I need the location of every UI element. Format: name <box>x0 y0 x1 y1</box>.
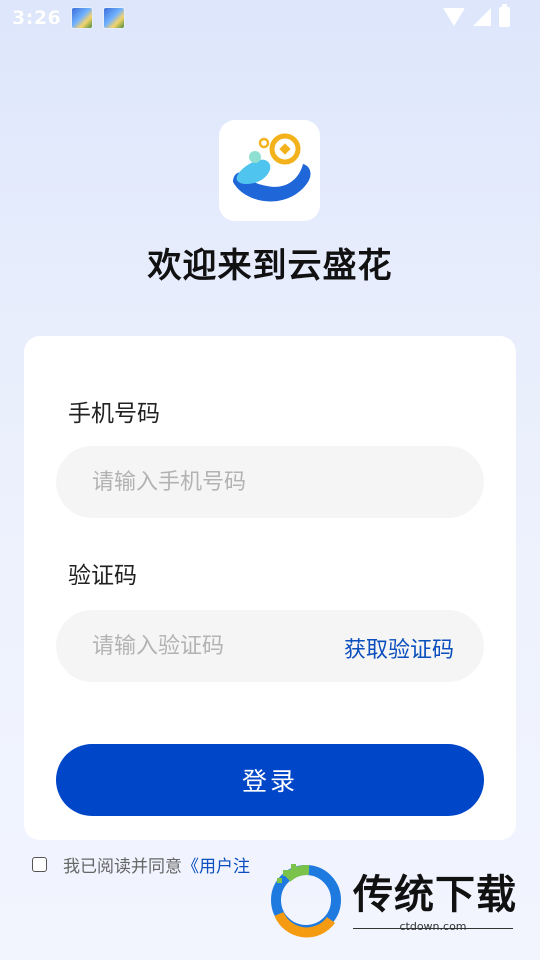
agreement-row: 我已阅读并同意 《用户注 <box>32 852 250 877</box>
watermark-title: 传统下载 <box>353 872 517 918</box>
watermark-logo-icon <box>271 864 341 938</box>
phone-input[interactable] <box>56 446 484 518</box>
status-time: 3:26 <box>12 7 62 29</box>
status-bar: 3:26 <box>0 0 540 36</box>
phone-label: 手机号码 <box>68 401 160 427</box>
wifi-icon <box>443 8 465 26</box>
get-code-button[interactable]: 获取验证码 <box>344 632 454 664</box>
notification-image-icon <box>71 7 94 29</box>
app-title: 欢迎来到云盛花 <box>147 246 393 286</box>
notification-image-icon <box>103 7 126 29</box>
status-icons <box>443 4 510 27</box>
agreement-checkbox[interactable] <box>32 857 47 872</box>
app-logo <box>219 120 320 221</box>
user-agreement-link[interactable]: 《用户注 <box>182 852 250 877</box>
signal-icon <box>473 8 491 26</box>
watermark: 传统下载 ctdown.com <box>265 858 525 940</box>
app-logo-icon <box>233 133 311 202</box>
watermark-url: ctdown.com <box>399 920 467 933</box>
battery-icon <box>499 4 510 27</box>
code-label: 验证码 <box>68 563 137 589</box>
agreement-text: 我已阅读并同意 <box>63 857 182 877</box>
login-button[interactable]: 登录 <box>56 744 484 816</box>
